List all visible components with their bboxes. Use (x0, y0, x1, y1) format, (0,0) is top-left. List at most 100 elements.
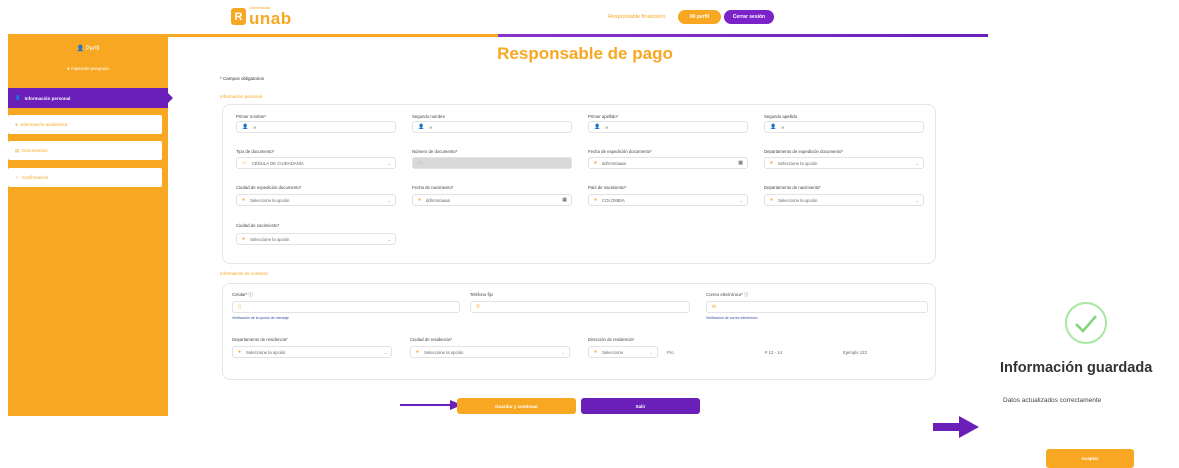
location-icon: ● (594, 349, 598, 355)
phone-icon: ✆ (476, 304, 481, 310)
res-dept-label: Departamento de residencia* (232, 337, 288, 342)
person-icon: 👤 (242, 124, 249, 130)
email-input[interactable]: ✉ (706, 301, 928, 313)
chevron-down-icon: ⌄ (387, 236, 391, 242)
chevron-down-icon: ⌄ (383, 349, 387, 355)
res-city-label: Ciudad de residencia* (410, 337, 453, 342)
doc-dept-label: Departamento de expedición documento* (764, 149, 844, 154)
person-icon: 👤 (770, 124, 777, 130)
sidebar-item-academic[interactable]: ● Información académica (8, 115, 162, 134)
birth-dept-label: Departamento de nacimiento* (764, 185, 821, 190)
mobile-input[interactable]: ▯ (232, 301, 460, 313)
address-plate-input[interactable]: # 12 - 14 (760, 346, 830, 358)
location-icon: ● (238, 349, 242, 355)
sidebar-item-label: Documentos (22, 148, 48, 153)
location-icon: ● (770, 197, 774, 203)
sidebar-user-name: 👤 Perfil (76, 46, 100, 52)
second-surname-input[interactable]: 👤 A (764, 121, 924, 133)
birth-country-select[interactable]: ● COLOMBIA ⌄ (588, 194, 748, 206)
modal-subtitle: Datos actualizados correctamente (1003, 397, 1102, 404)
location-icon: ● (242, 236, 246, 242)
check-icon: ✓ (15, 174, 19, 180)
second-name-input[interactable]: 👤 A (412, 121, 572, 133)
doc-dept-select[interactable]: ● Seleccione la opción ⌄ (764, 157, 924, 169)
id-card-icon: ▭ (242, 160, 247, 166)
location-icon: ● (416, 349, 420, 355)
sidebar: 👤 Perfil ● Aspirante pregrado 👤 Informac… (8, 37, 173, 416)
modal-title: Información guardada (1000, 360, 1153, 376)
mail-icon: ✉ (712, 304, 717, 310)
birth-date-label: Fecha de nacimiento* (412, 185, 454, 190)
doc-date-input[interactable]: ● dd/mm/aaaa ▦ (588, 157, 748, 169)
chevron-down-icon: ⌄ (915, 197, 919, 203)
doc-city-select[interactable]: ● Seleccione la opción ⌄ (236, 194, 396, 206)
first-surname-input[interactable]: 👤 A (588, 121, 748, 133)
address-extra-input[interactable]: Ejemplo 123 (838, 346, 908, 358)
sidebar-item-label: Información académica (20, 122, 68, 127)
doc-date-label: Fecha de expedición documento* (588, 149, 652, 154)
profile-button[interactable]: Mi perfil (678, 10, 721, 24)
first-surname-label: Primer apellido* (588, 114, 619, 119)
required-note: * Campos obligatorios (220, 76, 265, 81)
email-help[interactable]: Verificación de correo electrónico (706, 316, 758, 320)
id-icon: ▭ (418, 160, 423, 166)
user-icon: 👤 (76, 46, 86, 52)
calendar-icon[interactable]: ▦ (562, 197, 567, 203)
personal-section-title: Información personal (220, 94, 263, 99)
mobile-help[interactable]: Verificación de la opción de mensaje (232, 316, 289, 320)
location-icon: ● (594, 197, 598, 203)
doc-city-label: Ciudad de expedición documento* (236, 185, 302, 190)
logout-button[interactable]: Cerrar sesión (724, 10, 774, 24)
phone-label: Teléfono fijo (470, 292, 493, 297)
birth-date-input[interactable]: ● dd/mm/aaaa ▦ (412, 194, 572, 206)
birth-dept-select[interactable]: ● Seleccione la opción ⌄ (764, 194, 924, 206)
chevron-down-icon: ⌄ (387, 160, 391, 166)
birth-country-label: País de nacimiento* (588, 185, 627, 190)
document-icon: ▤ (15, 147, 20, 153)
save-continue-button[interactable]: Guardar y continuar (457, 398, 576, 414)
sidebar-item-documents[interactable]: ▤ Documentos (8, 141, 162, 160)
person-icon: 👤 (594, 124, 601, 130)
second-name-label: Segundo nombre (412, 114, 445, 119)
user-icon: 👤 (15, 95, 21, 100)
logo-text: unab (249, 9, 292, 28)
address-label: Dirección de residencia* (588, 337, 635, 342)
address-number-input[interactable]: Pro (662, 346, 757, 358)
page-title: Responsable de pago (497, 44, 673, 63)
top-bar (8, 0, 988, 36)
sidebar-item-personal[interactable]: 👤 Información personal (8, 88, 173, 108)
academic-icon: ● (15, 122, 18, 127)
chevron-down-icon: ⌄ (561, 349, 565, 355)
sidebar-item-confirmation[interactable]: ✓ Confirmación (8, 168, 162, 187)
first-name-label: Primer nombre* (236, 114, 267, 119)
chevron-down-icon: ⌄ (739, 197, 743, 203)
header-user-text: Responsable financiero (608, 14, 666, 20)
sidebar-item-label: Información personal (24, 95, 71, 101)
res-dept-select[interactable]: ● Seleccione la opción ⌄ (232, 346, 392, 358)
chevron-down-icon: ⌄ (649, 349, 653, 355)
logo[interactable]: R Universidad unab (231, 6, 292, 27)
birth-city-select[interactable]: ● Seleccione la opción ⌄ (236, 233, 396, 245)
doc-type-select[interactable]: ▭ CÉDULA DE CIUDADANÍA ⌄ (236, 157, 396, 169)
address-type-select[interactable]: ● Seleccione ⌄ (588, 346, 658, 358)
arrow-right-icon (933, 416, 979, 438)
doc-number-input: ▭ (412, 157, 572, 169)
contact-section-title: Información de contacto (220, 271, 269, 276)
phone-input[interactable]: ✆ (470, 301, 690, 313)
location-icon: ● (242, 197, 246, 203)
res-city-select[interactable]: ● Seleccione la opción ⌄ (410, 346, 570, 358)
chevron-down-icon: ⌄ (387, 197, 391, 203)
sidebar-user-sub: ● Aspirante pregrado (66, 66, 109, 71)
mobile-icon: ▯ (238, 304, 241, 310)
logo-mark-icon: R (231, 8, 246, 25)
doc-number-label: Número de documento* (412, 149, 458, 154)
arrow-right-icon (400, 400, 462, 410)
email-label: Correo electrónico* ⓘ (706, 292, 749, 297)
calendar-icon[interactable]: ▦ (738, 160, 743, 166)
mobile-label: Celular* ⓘ (232, 292, 253, 297)
exit-button[interactable]: Salir (581, 398, 700, 414)
second-surname-label: Segundo apellido (764, 114, 798, 119)
accept-button[interactable]: Aceptar (1046, 449, 1134, 468)
first-name-input[interactable]: 👤 A (236, 121, 396, 133)
contact-info-card (222, 283, 936, 380)
